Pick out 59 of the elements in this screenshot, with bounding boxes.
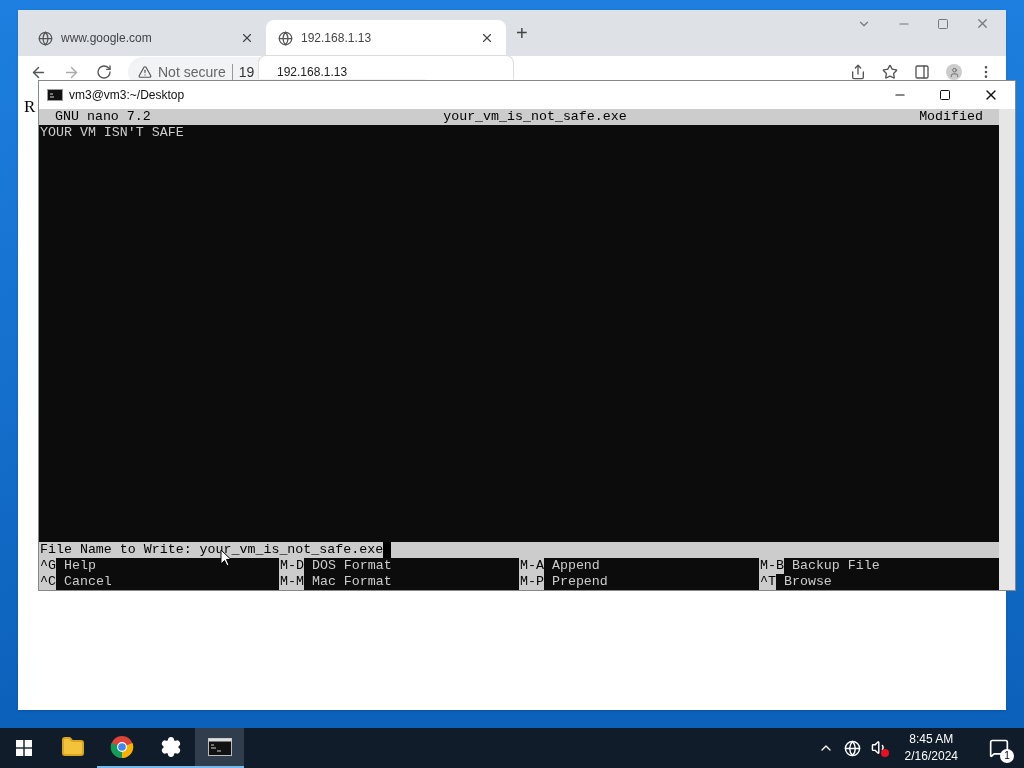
shortcut-label: DOS Format (310, 558, 392, 574)
new-tab-button[interactable]: + (516, 18, 528, 48)
shortcut-key: ^G (39, 558, 56, 574)
shortcut-key: ^C (39, 574, 56, 590)
clock-time: 8:45 AM (909, 731, 954, 748)
clock-date: 2/16/2024 (904, 748, 958, 765)
text-cursor (383, 542, 392, 558)
shortcut-key: M-P (519, 574, 544, 590)
shortcut-key: M-D (279, 558, 304, 574)
console-icon (47, 89, 63, 101)
browser-tab[interactable]: 192.168.1.13 (266, 20, 506, 56)
terminal-icon (207, 738, 232, 756)
shortcut-key: M-B (759, 558, 784, 574)
shortcut-label: Append (550, 558, 600, 574)
suggestion-popup[interactable]: 192.168.1.13 (258, 55, 514, 79)
window-title: vm3@vm3:~/Desktop (69, 87, 185, 104)
tab-title: www.google.com (61, 30, 153, 47)
file-name: your_vm_is_not_safe.exe (443, 109, 627, 125)
file-line: YOUR VM ISN'T SAFE (40, 125, 185, 141)
tab-title: 192.168.1.13 (301, 30, 373, 47)
warning-icon (138, 65, 152, 79)
prompt-label: File Name to Write: (40, 542, 193, 558)
browser-logo-icon (109, 735, 134, 759)
share-icon[interactable] (850, 64, 866, 80)
security-label: Not secure (158, 62, 226, 82)
scrollbar[interactable] (999, 109, 1015, 590)
side-panel-icon[interactable] (914, 64, 930, 80)
clock[interactable]: 8:45 AM 2/16/2024 (898, 731, 964, 765)
shortcut-label: Help (62, 558, 96, 574)
reload-icon[interactable] (96, 64, 112, 80)
shortcut-key: M-M (279, 574, 304, 590)
shortcut-label: Prepend (550, 574, 608, 590)
profile-avatar[interactable] (946, 64, 962, 80)
save-prompt[interactable]: File Name to Write: your_vm_is_not_safe.exe (39, 542, 999, 558)
shortcut-label: Browse (782, 574, 832, 590)
modified-status: Modified (919, 109, 983, 125)
shortcut-label: Backup File (790, 558, 880, 574)
notification-count: 1 (1000, 749, 1014, 763)
shortcut-label: Mac Format (310, 574, 392, 590)
close-icon[interactable] (480, 31, 494, 45)
address-text: 19 (238, 62, 255, 82)
globe-icon (278, 30, 293, 46)
globe-icon (38, 30, 53, 46)
star-icon[interactable] (882, 64, 898, 80)
shortcut-label: Cancel (62, 574, 112, 590)
editor-version: GNU nano 7.2 (55, 109, 151, 125)
windows-logo-icon (16, 740, 32, 756)
file-name-input[interactable]: your_vm_is_not_safe.exe (199, 542, 384, 558)
network-icon[interactable] (843, 739, 861, 757)
maximize-icon[interactable] (939, 89, 951, 101)
taskbar-app[interactable] (195, 728, 244, 768)
page-text: R (24, 96, 36, 118)
close-icon[interactable] (240, 31, 254, 45)
muted-speaker-icon[interactable] (870, 739, 889, 757)
folder-icon (60, 735, 85, 759)
notification-button[interactable]: 1 (984, 733, 1014, 763)
suggestion-text: 192.168.1.13 (277, 66, 349, 79)
shortcut-key: M-A (519, 558, 544, 574)
shortcut-key: ^T (759, 574, 776, 590)
